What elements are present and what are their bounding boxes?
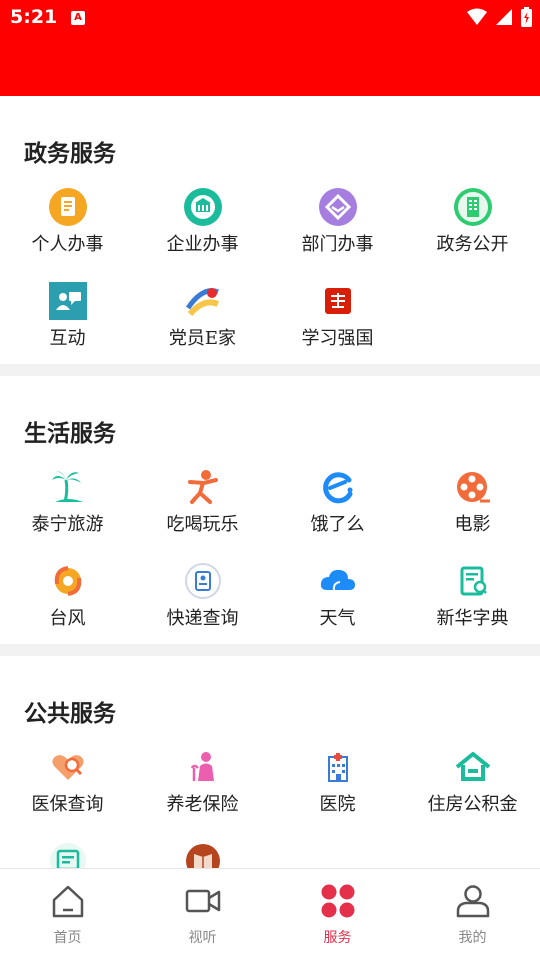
tab-label: 视听 [188, 930, 217, 946]
service-housing-fund[interactable]: 住房公积金 [405, 748, 540, 842]
services-grid-icon [321, 884, 355, 918]
service-interaction[interactable]: 互动 [0, 282, 135, 376]
service-label: 医保查询 [31, 794, 104, 815]
service-eleme[interactable]: 饿了么 [270, 468, 405, 562]
service-government-affairs-public[interactable]: 政务公开 [405, 188, 540, 282]
person-running-icon [188, 470, 218, 504]
cloud-icon [320, 569, 355, 591]
service-label: 台风 [49, 608, 86, 629]
form-icon [50, 843, 86, 868]
service-label: 吃喝玩乐 [166, 514, 239, 535]
service-weather[interactable]: 天气 [270, 562, 405, 656]
section-title: 生活服务 [24, 420, 116, 447]
document-icon [49, 188, 87, 226]
tab-audio-video[interactable]: 视听 [135, 869, 270, 960]
service-label: 住房公积金 [427, 794, 518, 815]
bottom-tab-bar: 首页 视听 服务 我的 [0, 868, 540, 960]
app-notification-icon: A [71, 11, 85, 25]
xuexi-qiangguo-icon [325, 288, 351, 314]
service-label: 新华字典 [436, 608, 509, 629]
elderly-icon [190, 752, 214, 781]
section-title: 公共服务 [24, 700, 116, 727]
tab-services[interactable]: 服务 [270, 869, 405, 960]
header-bar: 5:21 A [0, 0, 540, 96]
service-xuexi-qiangguo[interactable]: 学习强国 [270, 282, 405, 376]
service-label: 天气 [319, 608, 356, 629]
service-book[interactable] [135, 842, 270, 868]
services-content[interactable]: 政务服务 个人办事 企业办事 部门办事 政务公开 互动 党员E家 学习强国 生活… [0, 96, 540, 868]
service-xinhua-dictionary[interactable]: 新华字典 [405, 562, 540, 656]
tab-label: 我的 [458, 930, 487, 946]
signal-icon [496, 9, 512, 25]
book-icon [186, 844, 220, 868]
user-icon [456, 885, 490, 918]
service-label: 学习强国 [301, 328, 374, 349]
section-title: 政务服务 [24, 140, 116, 167]
wifi-icon [467, 8, 487, 25]
service-enterprise-affairs[interactable]: 企业办事 [135, 188, 270, 282]
tab-home[interactable]: 首页 [0, 869, 135, 960]
house-icon [455, 752, 491, 781]
home-icon [52, 885, 84, 918]
service-label: 个人办事 [31, 234, 104, 255]
palm-tree-icon [52, 471, 83, 503]
service-medical-insurance-query[interactable]: 医保查询 [0, 748, 135, 842]
service-label: 党员E家 [168, 328, 237, 349]
service-label: 饿了么 [310, 514, 365, 535]
dictionary-icon [460, 566, 487, 596]
interaction-icon [49, 282, 87, 320]
service-form[interactable] [0, 842, 135, 868]
service-label: 电影 [454, 514, 491, 535]
service-label: 互动 [49, 328, 86, 349]
service-express-query[interactable]: 快递查询 [135, 562, 270, 656]
tab-label: 首页 [53, 930, 82, 946]
tab-mine[interactable]: 我的 [405, 869, 540, 960]
handshake-icon [319, 188, 357, 226]
public-services-section: 公共服务 医保查询 养老保险 医院 住房公积金 [0, 656, 540, 868]
service-food-and-fun[interactable]: 吃喝玩乐 [135, 468, 270, 562]
service-label: 养老保险 [166, 794, 239, 815]
status-bar: 5:21 A [0, 0, 540, 36]
life-services-section: 生活服务 泰宁旅游 吃喝玩乐 饿了么 电影 台风 快递查询 天气 新华字典 [0, 376, 540, 644]
eleme-icon [323, 472, 353, 504]
typhoon-icon [54, 566, 82, 596]
express-icon [185, 563, 221, 599]
service-label: 部门办事 [301, 234, 374, 255]
service-typhoon[interactable]: 台风 [0, 562, 135, 656]
status-time: 5:21 [10, 6, 58, 28]
office-building-icon [454, 188, 492, 226]
film-reel-icon [457, 472, 490, 503]
heart-search-icon [52, 755, 84, 780]
tab-label: 服务 [323, 930, 352, 946]
service-pension-insurance[interactable]: 养老保险 [135, 748, 270, 842]
party-member-icon [184, 282, 222, 320]
service-personal-affairs[interactable]: 个人办事 [0, 188, 135, 282]
battery-icon [521, 7, 532, 27]
service-party-member-home[interactable]: 党员E家 [135, 282, 270, 376]
service-label: 医院 [319, 794, 356, 815]
video-camera-icon [185, 889, 221, 913]
government-services-section: 政务服务 个人办事 企业办事 部门办事 政务公开 互动 党员E家 学习强国 [0, 96, 540, 364]
service-label: 泰宁旅游 [31, 514, 104, 535]
hospital-icon [328, 753, 348, 782]
service-hospital[interactable]: 医院 [270, 748, 405, 842]
service-label: 政务公开 [436, 234, 509, 255]
service-label: 企业办事 [166, 234, 239, 255]
service-department-affairs[interactable]: 部门办事 [270, 188, 405, 282]
service-movie[interactable]: 电影 [405, 468, 540, 562]
service-taining-tourism[interactable]: 泰宁旅游 [0, 468, 135, 562]
service-label: 快递查询 [166, 608, 239, 629]
building-icon [184, 188, 222, 226]
